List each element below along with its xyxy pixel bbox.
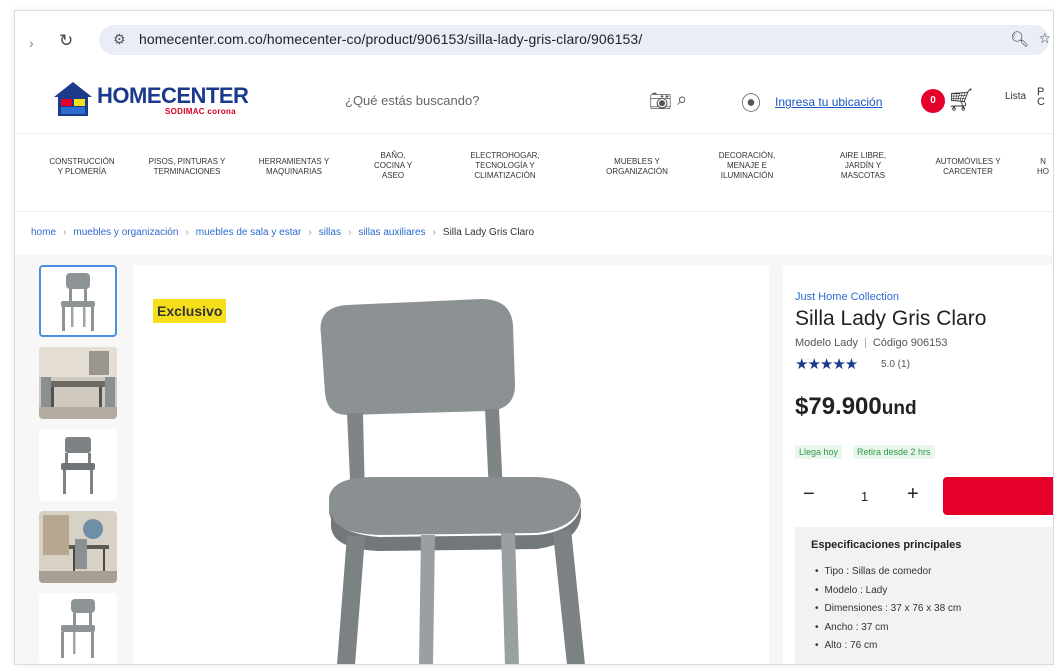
category-bano[interactable]: BAÑO, COCINA Y ASEO — [363, 151, 423, 181]
category-nav: CONSTRUCCIÓN Y PLOMERÍA PISOS, PINTURAS … — [15, 151, 1053, 207]
breadcrumb-home[interactable]: home — [31, 227, 56, 238]
living-room-image — [39, 511, 117, 583]
category-automoviles[interactable]: AUTOMÓVILES Y CARCENTER — [921, 157, 1015, 177]
header-divider — [15, 133, 1053, 134]
quantity-stepper: − 1 + — [795, 479, 933, 515]
price-unit: und — [881, 398, 917, 419]
reload-icon[interactable]: ↻ — [59, 31, 73, 51]
chevron-right-icon: › — [308, 227, 312, 238]
breadcrumb-sillas[interactable]: sillas — [319, 227, 341, 238]
chair-thumbnail-image — [61, 273, 95, 331]
dining-room-image — [39, 347, 117, 419]
thumbnail-chair-angle[interactable] — [39, 593, 117, 664]
product-price: $79.900und — [795, 393, 917, 421]
chair-side-image — [61, 437, 95, 494]
category-more[interactable]: N HO — [1031, 157, 1053, 177]
pickup-tag: Retira desde 2 hrs — [853, 445, 935, 459]
forward-icon[interactable]: › — [29, 35, 34, 51]
category-herramientas[interactable]: HERRAMIENTAS Y MAQUINARIAS — [249, 157, 339, 177]
spec-item: Tipo : Sillas de comedor — [815, 563, 961, 582]
main-product-image[interactable]: Exclusivo — [133, 265, 769, 664]
chevron-right-icon: › — [347, 227, 352, 238]
specs-panel: Especificaciones principales Tipo : Sill… — [795, 527, 1053, 664]
cart-icon[interactable]: 🛒︎ — [947, 87, 975, 113]
thumbnail-dining-room[interactable] — [39, 347, 117, 419]
product-code: Código 906153 — [872, 337, 948, 349]
breadcrumb-muebles[interactable]: muebles y organización — [73, 227, 178, 238]
logo-text: HOMECENTER — [97, 83, 249, 108]
product-title: Silla Lady Gris Claro — [795, 307, 987, 330]
category-electrohogar[interactable]: ELECTROHOGAR, TECNOLOGÍA Y CLIMATIZACIÓN — [455, 151, 555, 181]
meta-divider: | — [864, 337, 867, 349]
chevron-right-icon: › — [432, 227, 436, 238]
bookmark-star-icon[interactable]: ☆ — [1038, 30, 1051, 47]
chair-angle-image — [61, 599, 95, 658]
add-to-cart-button[interactable] — [943, 477, 1053, 515]
rating-stars-icon[interactable]: ★★★★★ — [795, 355, 858, 373]
spec-item: Ancho : 37 cm — [815, 619, 961, 638]
product-info-panel: Just Home Collection Silla Lady Gris Cla… — [783, 265, 1053, 664]
spec-item: Alto : 76 cm — [815, 637, 961, 656]
category-decoracion[interactable]: DECORACIÓN, MENAJE E ILUMINACIÓN — [705, 151, 789, 181]
spec-item: Modelo : Lady — [815, 582, 961, 601]
chair-main-image — [320, 299, 585, 664]
thumbnail-chair-front[interactable] — [39, 265, 117, 337]
category-muebles[interactable]: MUEBLES Y ORGANIZACIÓN — [589, 157, 685, 177]
breadcrumb-current: Silla Lady Gris Claro — [442, 227, 535, 238]
zoom-icon[interactable]: 🔍︎ — [1010, 30, 1029, 48]
breadcrumb: home › muebles y organización › muebles de s… — [31, 227, 534, 238]
product-meta: Modelo Lady | Código 906153 — [795, 337, 947, 349]
thumbnail-chair-side[interactable] — [39, 429, 117, 501]
specs-title: Especificaciones principales — [811, 539, 962, 551]
specs-list: Tipo : Sillas de comedor Modelo : Lady D… — [815, 563, 962, 656]
category-divider — [15, 211, 1053, 212]
homecenter-logo[interactable]: HOMECENTER SODIMAC corona — [53, 81, 253, 117]
rating-value[interactable]: 5.0 (1) — [881, 359, 910, 370]
quantity-increase-button[interactable]: + — [907, 483, 919, 506]
delivery-tag: Llega hoy — [795, 445, 843, 459]
browser-window: › ↻ ⚙ homecenter.com.co/homecenter-co/pr… — [14, 10, 1054, 665]
logo-subtext: SODIMAC corona — [165, 107, 236, 116]
browser-toolbar: › ↻ ⚙ homecenter.com.co/homecenter-co/pr… — [15, 11, 1053, 63]
quantity-value[interactable]: 1 — [861, 489, 868, 504]
thumbnail-living-room[interactable] — [39, 511, 117, 583]
camera-search-icon[interactable]: 📷︎ — [649, 91, 672, 112]
lists-label[interactable]: P C — [1037, 87, 1045, 108]
cart-count-badge[interactable]: 0 — [921, 89, 945, 113]
breadcrumb-sala[interactable]: muebles de sala y estar — [196, 227, 302, 238]
category-aire-libre[interactable]: AIRE LIBRE, JARDÍN Y MASCOTAS — [823, 151, 903, 181]
house-logo-icon — [54, 82, 92, 116]
lists-icon[interactable]: Lista — [1005, 91, 1026, 102]
address-bar[interactable]: ⚙ homecenter.com.co/homecenter-co/produc… — [99, 25, 1051, 55]
product-model: Modelo Lady — [795, 337, 858, 349]
search-icon[interactable]: ⌕ — [677, 89, 687, 110]
url-text[interactable]: homecenter.com.co/homecenter-co/product/… — [139, 31, 642, 47]
location-link[interactable]: Ingresa tu ubicación — [775, 95, 882, 109]
quantity-decrease-button[interactable]: − — [803, 483, 815, 506]
spec-item: Dimensiones : 37 x 76 x 38 cm — [815, 600, 962, 619]
location-pin-icon[interactable]: ⦿ — [741, 87, 761, 116]
category-pisos[interactable]: PISOS, PINTURAS Y TERMINACIONES — [137, 157, 237, 177]
product-brand-link[interactable]: Just Home Collection — [795, 291, 899, 303]
search-input[interactable]: ¿Qué estás buscando? — [345, 93, 479, 108]
chevron-right-icon: › — [63, 227, 67, 238]
category-construccion[interactable]: CONSTRUCCIÓN Y PLOMERÍA — [37, 157, 127, 177]
chevron-right-icon: › — [185, 227, 189, 238]
breadcrumb-sillas-auxiliares[interactable]: sillas auxiliares — [358, 227, 425, 238]
site-header: HOMECENTER SODIMAC corona ¿Qué estás bus… — [15, 69, 1053, 135]
site-settings-icon[interactable]: ⚙ — [113, 31, 126, 48]
price-value: $79.900 — [795, 393, 882, 420]
